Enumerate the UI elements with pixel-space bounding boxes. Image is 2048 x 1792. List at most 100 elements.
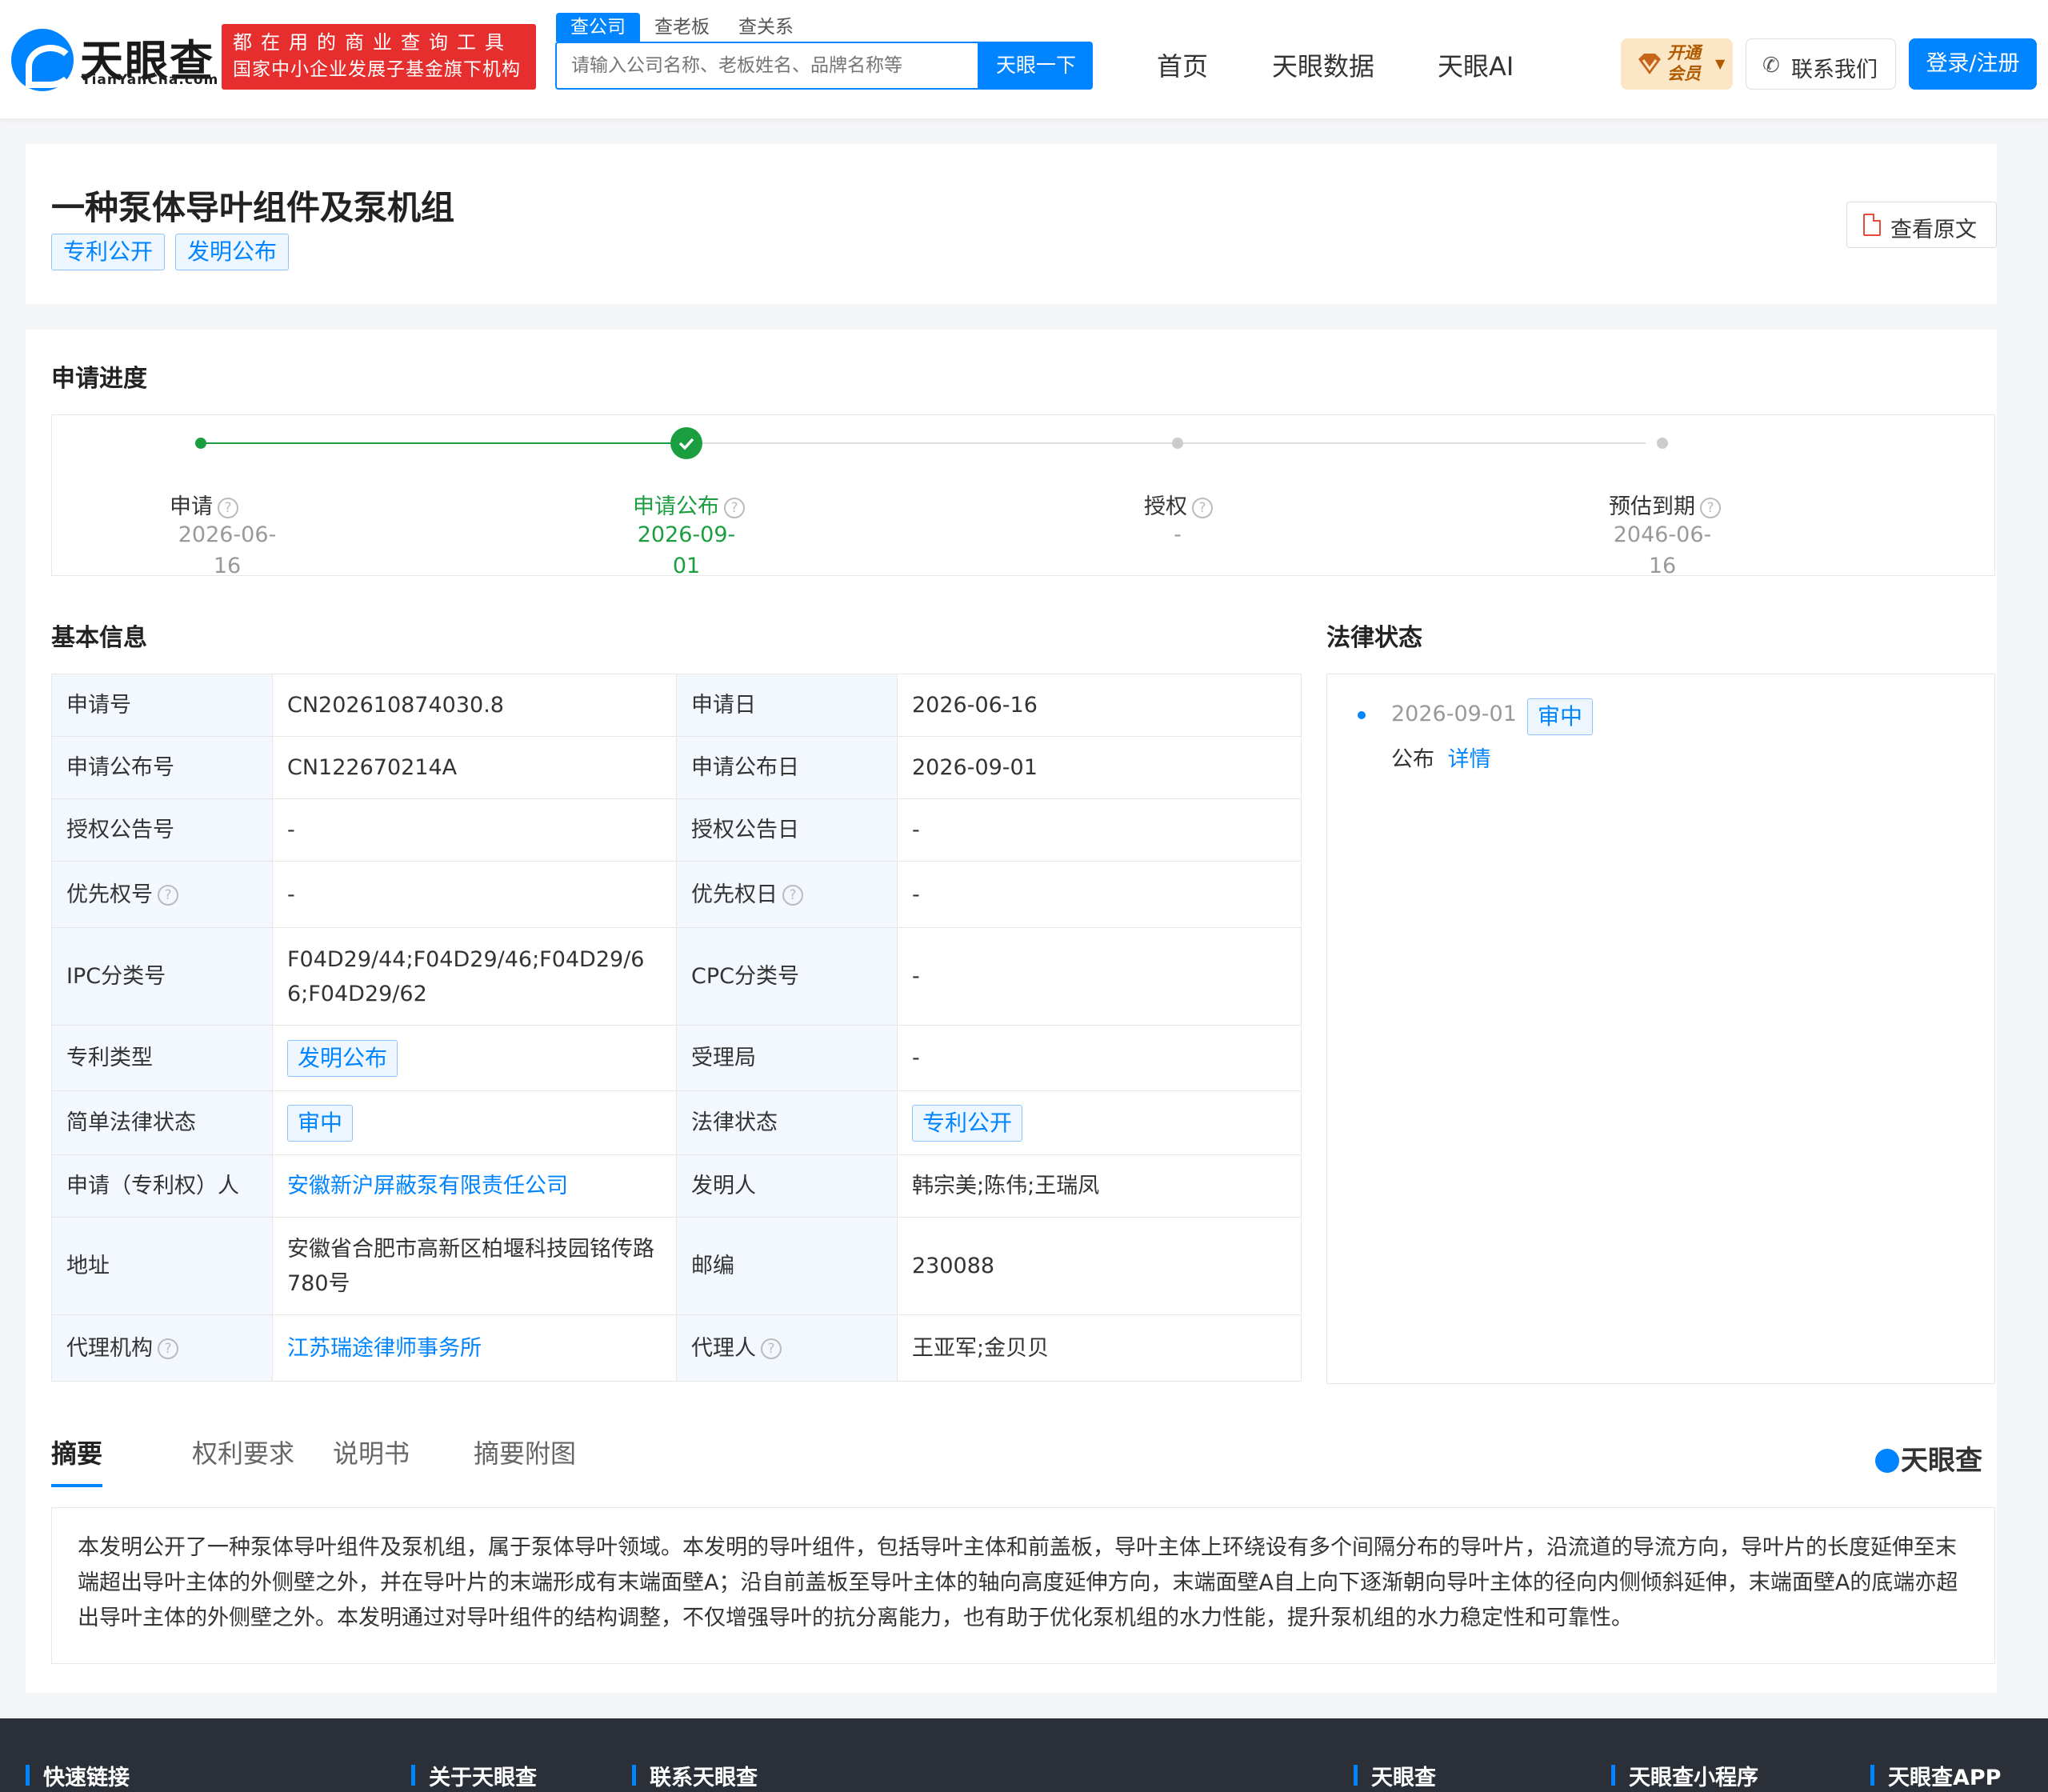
footer-contact: 联系天眼查 bbox=[632, 1760, 758, 1791]
field-label: 受理局 bbox=[676, 1025, 898, 1091]
field-label: 申请（专利权）人 bbox=[51, 1154, 273, 1218]
field-label: 申请公布号 bbox=[51, 736, 273, 799]
logo-subtext: TianYanCha.com bbox=[82, 72, 219, 88]
help-icon[interactable]: ? bbox=[158, 885, 178, 906]
phone-icon: ✆ bbox=[1762, 54, 1780, 78]
field-value: 韩宗美;陈伟;王瑞凤 bbox=[897, 1154, 1302, 1218]
slogan-banner: 都在用的商业查询工具 国家中小企业发展子基金旗下机构 bbox=[222, 24, 536, 90]
field-value: 发明公布 bbox=[272, 1025, 677, 1091]
contact-label: 联系我们 bbox=[1791, 58, 1878, 82]
legal-detail-link[interactable]: 详情 bbox=[1448, 747, 1491, 772]
top-header: 天眼查 TianYanCha.com 都在用的商业查询工具 国家中小企业发展子基… bbox=[0, 0, 2048, 118]
login-register-button[interactable]: 登录/注册 bbox=[1909, 38, 2037, 90]
field-label: 授权公告号 bbox=[51, 798, 273, 862]
tab-abstract[interactable]: 摘要 bbox=[51, 1434, 102, 1470]
step-dot-apply bbox=[195, 438, 206, 449]
nav-data[interactable]: 天眼数据 bbox=[1272, 46, 1374, 83]
legal-status-tag: 专利公开 bbox=[912, 1104, 1023, 1142]
table-row: 申请公布号 CN122670214A 申请公布日 2026-09-01 bbox=[51, 736, 1302, 799]
table-row: 代理机构? 江苏瑞途律师事务所 代理人? 王亚军;金贝贝 bbox=[51, 1314, 1302, 1382]
view-original-button[interactable]: 查看原文 bbox=[1846, 202, 1997, 248]
progress-line-pending bbox=[686, 442, 1646, 444]
field-label: 申请号 bbox=[51, 674, 273, 737]
table-row: 优先权号? - 优先权日? - bbox=[51, 861, 1302, 928]
search-tab-boss[interactable]: 查老板 bbox=[640, 13, 724, 42]
field-value: - bbox=[897, 861, 1302, 928]
progress-line-done bbox=[201, 442, 686, 444]
search-box bbox=[555, 42, 979, 90]
help-icon[interactable]: ? bbox=[158, 1338, 178, 1359]
footer-miniprogram: 天眼查小程序 bbox=[1611, 1760, 1758, 1791]
field-value: 2026-09-01 bbox=[897, 736, 1302, 799]
field-value: CN122670214A bbox=[272, 736, 677, 799]
field-label: 代理人? bbox=[676, 1314, 898, 1382]
agency-link[interactable]: 江苏瑞途律师事务所 bbox=[287, 1336, 482, 1361]
field-value: 审中 bbox=[272, 1090, 677, 1155]
field-label: 地址 bbox=[51, 1217, 273, 1315]
footer-quick-links: 快速链接 bbox=[26, 1760, 130, 1791]
step-label-publish: 申请公布? bbox=[593, 489, 785, 520]
step-dot-grant bbox=[1172, 438, 1183, 449]
field-label: 简单法律状态 bbox=[51, 1090, 273, 1155]
diamond-icon bbox=[1638, 54, 1661, 74]
address-value: 安徽省合肥市高新区柏堰科技园铭传路780号 bbox=[272, 1217, 677, 1315]
legal-entry-status-tag: 审中 bbox=[1527, 698, 1594, 735]
page-title: 一种泵体导叶组件及泵机组 bbox=[51, 188, 455, 227]
field-label: 法律状态 bbox=[676, 1090, 898, 1155]
help-icon[interactable]: ? bbox=[218, 497, 238, 518]
check-icon bbox=[670, 427, 702, 459]
vip-button[interactable]: 开通 会员 ▼ bbox=[1621, 38, 1733, 90]
tianyancha-logo-icon[interactable] bbox=[11, 29, 75, 91]
help-icon[interactable]: ? bbox=[724, 497, 745, 518]
step-dot-expire bbox=[1657, 438, 1668, 449]
field-value: 安徽新沪屏蔽泵有限责任公司 bbox=[272, 1154, 677, 1218]
nav-home[interactable]: 首页 bbox=[1157, 46, 1208, 83]
tab-abstract-figure[interactable]: 摘要附图 bbox=[474, 1434, 576, 1470]
help-icon[interactable]: ? bbox=[1192, 497, 1213, 518]
abstract-text: 本发明公开了一种泵体导叶组件及泵机组，属于泵体导叶领域。本发明的导叶组件，包括导… bbox=[51, 1507, 1995, 1664]
table-row: 地址 安徽省合肥市高新区柏堰科技园铭传路780号 邮编 230088 bbox=[51, 1217, 1302, 1315]
search-button[interactable]: 天眼一下 bbox=[979, 42, 1093, 90]
legal-status-panel: 2026-09-01 审中 公布 详情 bbox=[1326, 674, 1995, 1384]
help-icon[interactable]: ? bbox=[782, 885, 803, 906]
basic-info-title: 基本信息 bbox=[51, 624, 147, 652]
timeline-dot bbox=[1358, 711, 1366, 719]
field-label: IPC分类号 bbox=[51, 927, 273, 1026]
search-tab-relation[interactable]: 查关系 bbox=[724, 13, 808, 42]
table-row: 简单法律状态 审中 法律状态 专利公开 bbox=[51, 1090, 1302, 1155]
field-value: 2026-06-16 bbox=[897, 674, 1302, 737]
legal-entry-date: 2026-09-01 bbox=[1391, 702, 1517, 726]
field-label: 申请公布日 bbox=[676, 736, 898, 799]
legal-entry-event: 公布 详情 bbox=[1391, 747, 1491, 772]
footer-about: 关于天眼查 bbox=[411, 1760, 537, 1791]
help-icon[interactable]: ? bbox=[1700, 497, 1721, 518]
table-row: 授权公告号 - 授权公告日 - bbox=[51, 798, 1302, 862]
field-value: 230088 bbox=[897, 1217, 1302, 1315]
tag-patent-public: 专利公开 bbox=[51, 234, 166, 270]
pdf-icon bbox=[1863, 214, 1881, 236]
footer-app: 天眼查APP bbox=[1870, 1760, 2001, 1791]
field-label: 发明人 bbox=[676, 1154, 898, 1218]
table-row: IPC分类号 F04D29/44;F04D29/46;F04D29/66;F04… bbox=[51, 927, 1302, 1026]
tab-claims[interactable]: 权利要求 bbox=[192, 1434, 294, 1470]
active-tab-indicator bbox=[51, 1484, 102, 1487]
field-label: 优先权号? bbox=[51, 861, 273, 928]
field-label: 专利类型 bbox=[51, 1025, 273, 1091]
brand-watermark: 天眼查 bbox=[1875, 1438, 1982, 1478]
tianyancha-logo-icon bbox=[1875, 1449, 1899, 1473]
contact-us-button[interactable]: ✆ 联系我们 bbox=[1746, 38, 1896, 90]
footer: 快速链接 关于天眼查 联系天眼查 天眼查 天眼查小程序 天眼查APP bbox=[0, 1718, 2048, 1792]
field-label: 优先权日? bbox=[676, 861, 898, 928]
tab-description[interactable]: 说明书 bbox=[333, 1434, 410, 1470]
search-input[interactable] bbox=[557, 43, 978, 88]
simple-legal-status-tag: 审中 bbox=[287, 1104, 354, 1142]
field-value: - bbox=[897, 927, 1302, 1026]
nav-ai[interactable]: 天眼AI bbox=[1438, 46, 1514, 83]
patent-type-tag: 发明公布 bbox=[287, 1039, 398, 1077]
field-value: - bbox=[272, 798, 677, 862]
help-icon[interactable]: ? bbox=[761, 1338, 782, 1359]
search-tab-company[interactable]: 查公司 bbox=[556, 13, 640, 42]
applicant-link[interactable]: 安徽新沪屏蔽泵有限责任公司 bbox=[287, 1174, 568, 1198]
field-value: 王亚军;金贝贝 bbox=[897, 1314, 1302, 1382]
table-row: 申请号 CN202610874030.8 申请日 2026-06-16 bbox=[51, 674, 1302, 737]
